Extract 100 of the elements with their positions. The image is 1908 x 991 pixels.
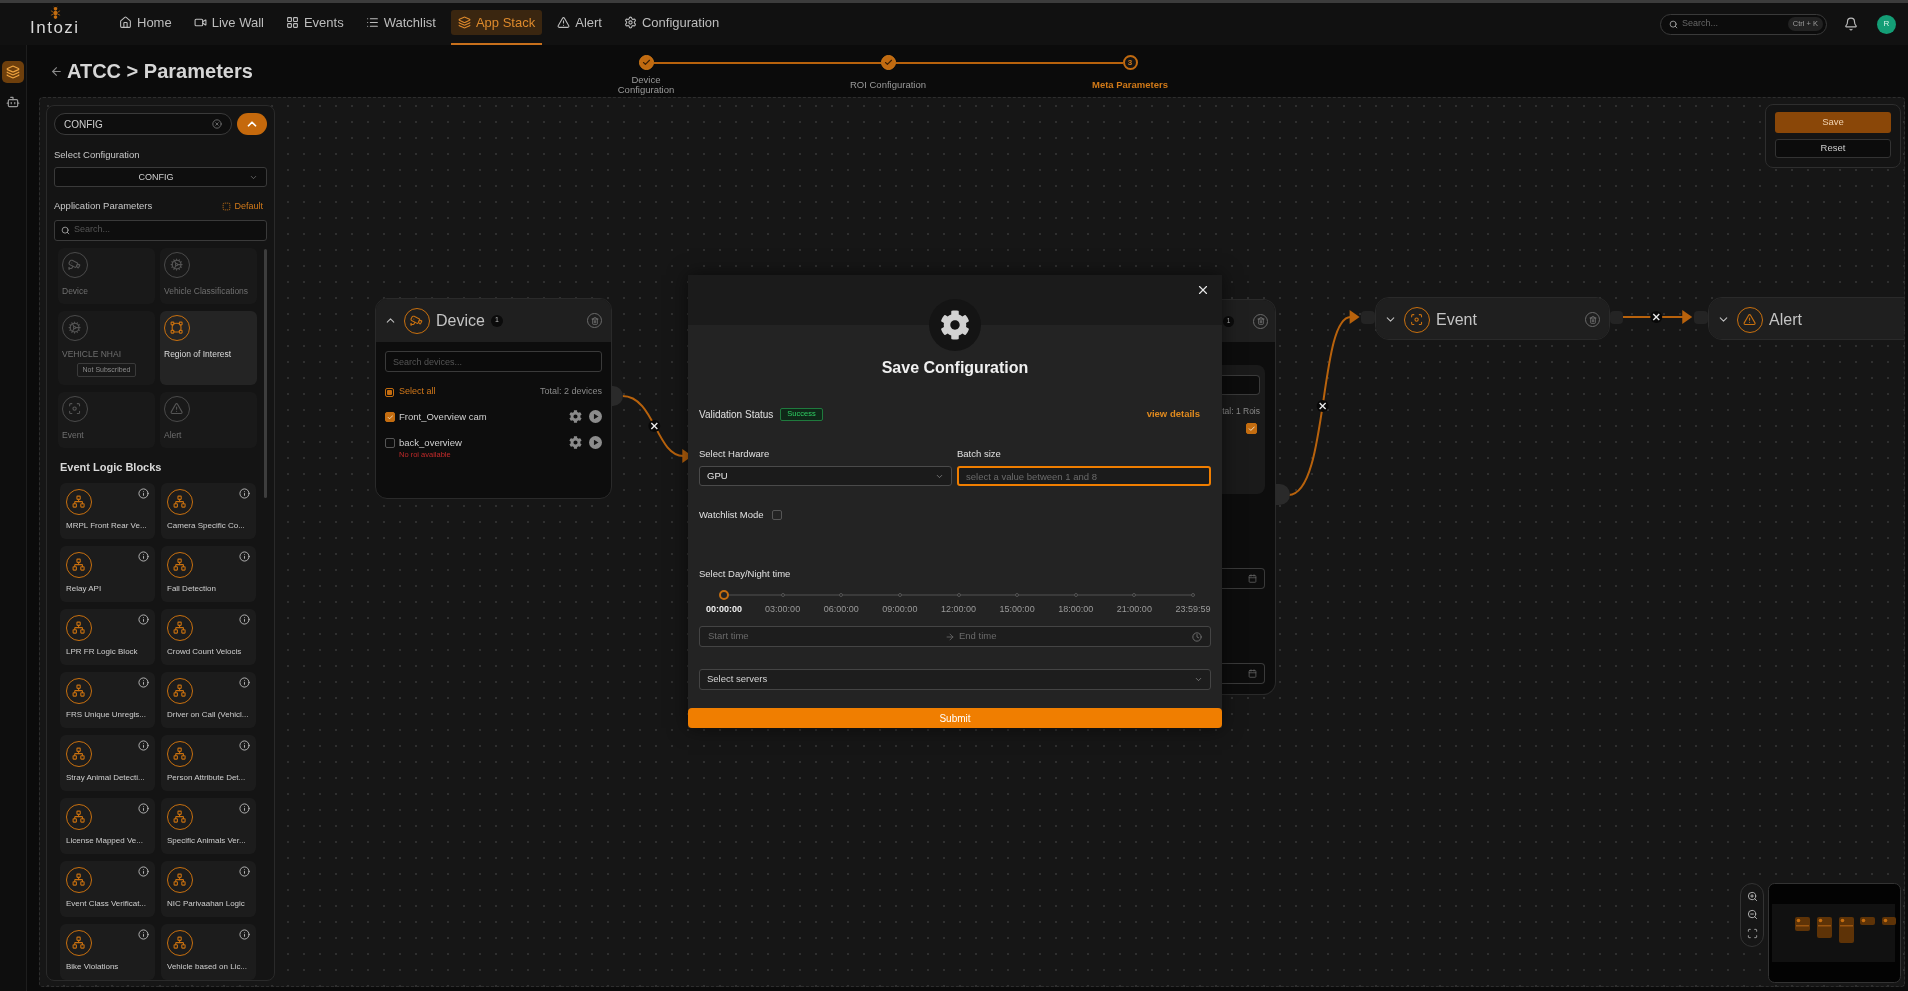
play-icon[interactable]: [589, 410, 602, 423]
page-title: ATCC > Parameters: [67, 59, 253, 84]
logic-block-label: Relay API: [66, 583, 102, 594]
logic-block-card[interactable]: License Mapped Ve...: [60, 797, 155, 854]
logic-block-card[interactable]: Camera Specific Co...: [161, 482, 256, 539]
end-time-input[interactable]: End time: [959, 629, 1192, 644]
dialog-title: Save Configuration: [881, 359, 1029, 377]
logic-block-label: Stray Animal Detecti...: [66, 772, 145, 783]
info-icon[interactable]: [239, 550, 250, 562]
info-icon[interactable]: [138, 550, 149, 562]
connection-handle[interactable]: [612, 386, 623, 406]
logic-block-label: FRS Unique Unregis...: [66, 709, 147, 720]
list-icon: [365, 16, 379, 29]
servers-select[interactable]: Select servers: [699, 669, 1211, 690]
info-icon[interactable]: [239, 928, 250, 940]
settings-icon[interactable]: [569, 410, 582, 423]
date-field[interactable]: [1222, 663, 1265, 684]
time-mark-label: 00:00:00: [706, 603, 742, 616]
clear-icon[interactable]: [212, 119, 222, 129]
nav-tab[interactable]: App Stack: [450, 10, 543, 35]
nav-tab[interactable]: Live Wall: [186, 10, 271, 35]
select-all-label[interactable]: Select all: [399, 385, 436, 399]
slider-thumb[interactable]: [719, 590, 729, 600]
parameter-search-input[interactable]: Search...: [74, 223, 260, 237]
logic-block-card[interactable]: Vehicle based on Lic...: [161, 923, 256, 980]
hardware-select[interactable]: GPU: [699, 466, 952, 486]
back-arrow-icon[interactable]: [50, 64, 63, 78]
checkbox[interactable]: [385, 412, 395, 422]
config-search-field[interactable]: CONFIG: [54, 113, 232, 135]
nav-tab[interactable]: Configuration: [616, 10, 727, 35]
time-mark-label: 03:00:00: [765, 603, 801, 616]
nav-tab[interactable]: Alert: [550, 10, 609, 35]
logic-block-card[interactable]: Fall Detection: [161, 545, 256, 602]
checkbox[interactable]: [385, 387, 394, 397]
notification-bell-icon[interactable]: [1844, 17, 1858, 31]
search-input[interactable]: Search...: [1682, 17, 1788, 31]
layers-icon: [457, 16, 471, 29]
info-icon[interactable]: [138, 802, 149, 814]
parameter-search-field[interactable]: Search...: [54, 219, 267, 241]
logic-block-card[interactable]: FRS Unique Unregis...: [60, 671, 155, 728]
info-icon[interactable]: [138, 865, 149, 877]
parameter-card[interactable]: Region of Interest: [160, 310, 257, 385]
logic-block-card[interactable]: MRPL Front Rear Ve...: [60, 482, 155, 539]
logic-block-label: License Mapped Ve...: [66, 835, 143, 846]
info-icon[interactable]: [239, 676, 250, 688]
info-icon[interactable]: [239, 739, 250, 751]
check-icon: [386, 413, 394, 421]
roi-input-field[interactable]: [1222, 375, 1260, 395]
configuration-select[interactable]: CONFIG: [54, 167, 267, 188]
save-button[interactable]: Save: [1775, 112, 1891, 133]
layers-icon[interactable]: [2, 61, 24, 83]
section-label: Select Configuration: [54, 148, 141, 162]
batch-size-field[interactable]: select a value between 1 and 8: [957, 466, 1211, 486]
start-time-input[interactable]: Start time: [708, 629, 941, 644]
collapse-button[interactable]: [237, 113, 267, 135]
logic-block-card[interactable]: Stray Animal Detecti...: [60, 734, 155, 791]
nav-tab[interactable]: Home: [112, 10, 179, 35]
connection-handle[interactable]: [1276, 484, 1290, 505]
info-icon[interactable]: [239, 613, 250, 625]
play-icon[interactable]: [589, 436, 602, 449]
logic-block-card[interactable]: Bike Violations: [60, 923, 155, 980]
info-icon[interactable]: [138, 928, 149, 940]
view-details-link[interactable]: view details: [1146, 406, 1200, 422]
settings-icon[interactable]: [569, 436, 582, 449]
device-search-field[interactable]: Search devices...: [385, 351, 602, 372]
logic-block-card[interactable]: Event Class Verificat...: [60, 860, 155, 917]
time-mark-label: 23:59:59: [1175, 603, 1211, 616]
zoom-out-icon[interactable]: [1746, 909, 1758, 921]
logic-block-card[interactable]: NIC Parivaahan Logic: [161, 860, 256, 917]
default-button[interactable]: Default: [222, 199, 267, 214]
nav-tab[interactable]: Events: [278, 10, 351, 35]
logic-block-card[interactable]: LPR FR Logic Block: [60, 608, 155, 665]
info-icon[interactable]: [239, 865, 250, 877]
logic-block-card[interactable]: Driver on Call (Vehicl...: [161, 671, 256, 728]
logic-block-card[interactable]: Specific Animals Ver...: [161, 797, 256, 854]
logic-block-card[interactable]: Relay API: [60, 545, 155, 602]
checkbox[interactable]: [1246, 423, 1257, 434]
fit-view-icon[interactable]: [1746, 928, 1758, 940]
info-icon[interactable]: [239, 487, 250, 499]
info-icon[interactable]: [138, 676, 149, 688]
logic-block-card[interactable]: Crowd Count Velocis: [161, 608, 256, 665]
reset-button[interactable]: Reset: [1775, 139, 1891, 158]
connection-handle[interactable]: [1610, 311, 1623, 324]
logic-block-card[interactable]: Person Attribute Det...: [161, 734, 256, 791]
info-icon[interactable]: [138, 739, 149, 751]
zoom-in-icon[interactable]: [1746, 890, 1758, 902]
step-label: Meta Parameters: [1091, 80, 1168, 90]
checkbox[interactable]: [771, 510, 782, 520]
close-button[interactable]: [1196, 283, 1210, 297]
nav-tab[interactable]: Watchlist: [358, 10, 443, 35]
checkbox[interactable]: [385, 438, 395, 448]
config-search-input[interactable]: CONFIG: [64, 116, 212, 132]
robot-icon[interactable]: [6, 95, 20, 109]
info-icon[interactable]: [138, 613, 149, 625]
info-icon[interactable]: [239, 802, 250, 814]
connection-handle[interactable]: [1361, 311, 1375, 324]
time-mark-label: 15:00:00: [999, 603, 1035, 616]
info-icon[interactable]: [138, 487, 149, 499]
date-field[interactable]: [1222, 568, 1265, 589]
time-range-field[interactable]: Start time End time: [699, 626, 1211, 647]
